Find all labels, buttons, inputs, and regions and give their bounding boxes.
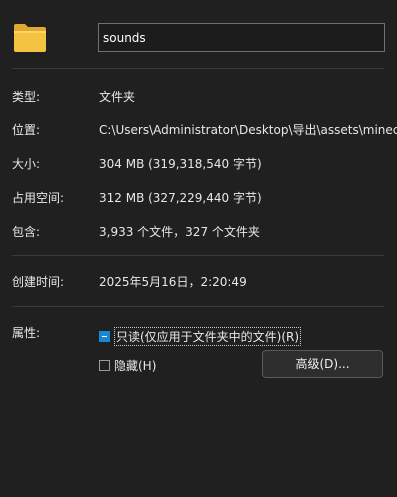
- created-value: 2025年5月16日，2:20:49: [99, 275, 247, 289]
- location-label: 位置:: [12, 123, 41, 137]
- folder-icon: [13, 20, 47, 54]
- size-value: 304 MB (319,318,540 字节): [99, 157, 262, 171]
- contains-label: 包含:: [12, 225, 41, 239]
- hidden-checkbox-label[interactable]: 隐藏(H): [114, 357, 156, 374]
- size-on-disk-label: 占用空间:: [12, 191, 65, 205]
- divider: [12, 255, 384, 256]
- contains-value: 3,933 个文件，327 个文件夹: [99, 225, 260, 239]
- divider: [12, 306, 384, 307]
- hidden-checkbox[interactable]: 隐藏(H): [99, 357, 156, 374]
- advanced-button[interactable]: 高级(D)...: [262, 350, 383, 378]
- readonly-checkbox[interactable]: 只读(仅应用于文件夹中的文件)(R): [99, 327, 302, 346]
- divider: [12, 68, 384, 69]
- size-label: 大小:: [12, 157, 41, 171]
- hidden-checkbox-box[interactable]: [99, 360, 110, 371]
- size-on-disk-value: 312 MB (327,229,440 字节): [99, 191, 262, 205]
- type-value: 文件夹: [99, 90, 136, 104]
- location-value[interactable]: C:\Users\Administrator\Desktop\导出\assets…: [99, 121, 397, 138]
- type-label: 类型:: [12, 90, 41, 104]
- attributes-label: 属性:: [12, 326, 41, 340]
- created-label: 创建时间:: [12, 275, 65, 289]
- folder-name-input[interactable]: [98, 23, 385, 52]
- readonly-checkbox-box[interactable]: [99, 331, 110, 342]
- readonly-checkbox-label[interactable]: 只读(仅应用于文件夹中的文件)(R): [114, 327, 302, 346]
